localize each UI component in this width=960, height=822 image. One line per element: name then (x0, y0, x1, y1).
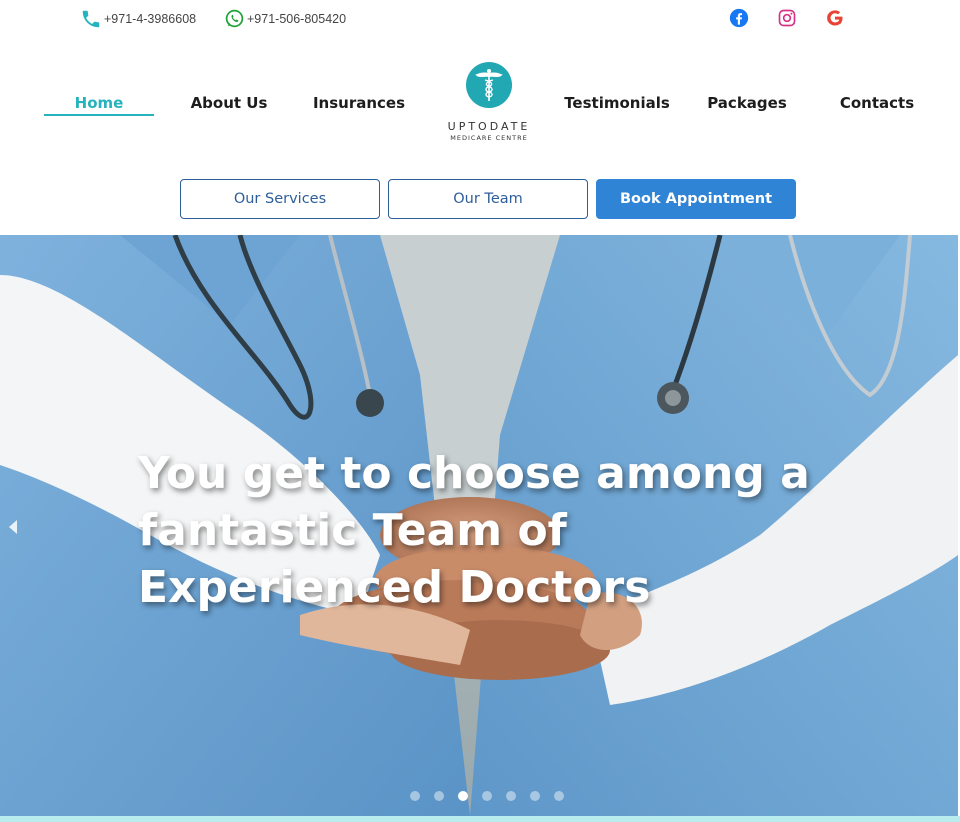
top-contact-bar: +971-4-3986608 +971-506-805420 (0, 0, 960, 42)
phone-number: +971-4-3986608 (104, 12, 197, 26)
slider-prev-arrow[interactable] (6, 518, 20, 536)
logo-name: UPTODATE (447, 120, 531, 133)
phone-icon (80, 8, 102, 30)
phone-contact[interactable]: +971-4-3986608 (80, 8, 196, 30)
slider-dot[interactable] (554, 791, 564, 801)
slider-dot[interactable] (482, 791, 492, 801)
nav-packages[interactable]: Packages (702, 94, 792, 112)
slider-dot[interactable] (458, 791, 468, 801)
bottom-accent-strip (0, 816, 960, 822)
our-services-button[interactable]: Our Services (180, 179, 380, 219)
caduceus-icon (466, 62, 512, 108)
whatsapp-contact[interactable]: +971-506-805420 (224, 8, 346, 29)
hero-headline: You get to choose among a fantastic Team… (138, 448, 810, 613)
nav-contacts[interactable]: Contacts (832, 94, 922, 112)
whatsapp-number: +971-506-805420 (247, 11, 347, 26)
book-appointment-button[interactable]: Book Appointment (596, 179, 796, 219)
nav-testimonials[interactable]: Testimonials (562, 94, 672, 112)
nav-about-us[interactable]: About Us (184, 94, 274, 112)
instagram-link[interactable] (775, 8, 799, 32)
google-link[interactable] (823, 8, 847, 32)
our-team-button[interactable]: Our Team (388, 179, 588, 219)
slider-dot[interactable] (506, 791, 516, 801)
slider-pagination (410, 791, 564, 801)
slider-dot[interactable] (530, 791, 540, 801)
whatsapp-icon (224, 8, 245, 29)
facebook-link[interactable] (727, 8, 751, 32)
nav-active-underline (44, 114, 154, 116)
nav-insurances[interactable]: Insurances (309, 94, 409, 112)
slider-dot[interactable] (434, 791, 444, 801)
hero-slider: You get to choose among a fantastic Team… (0, 235, 958, 816)
slider-dot[interactable] (410, 791, 420, 801)
logo-subtitle: MEDICARE CENTRE (450, 134, 528, 142)
site-logo[interactable]: UPTODATE MEDICARE CENTRE (436, 62, 542, 148)
facebook-icon (729, 8, 749, 33)
google-icon (825, 8, 845, 33)
chevron-left-icon (6, 520, 20, 540)
nav-home[interactable]: Home (44, 94, 154, 112)
instagram-icon (777, 8, 797, 33)
